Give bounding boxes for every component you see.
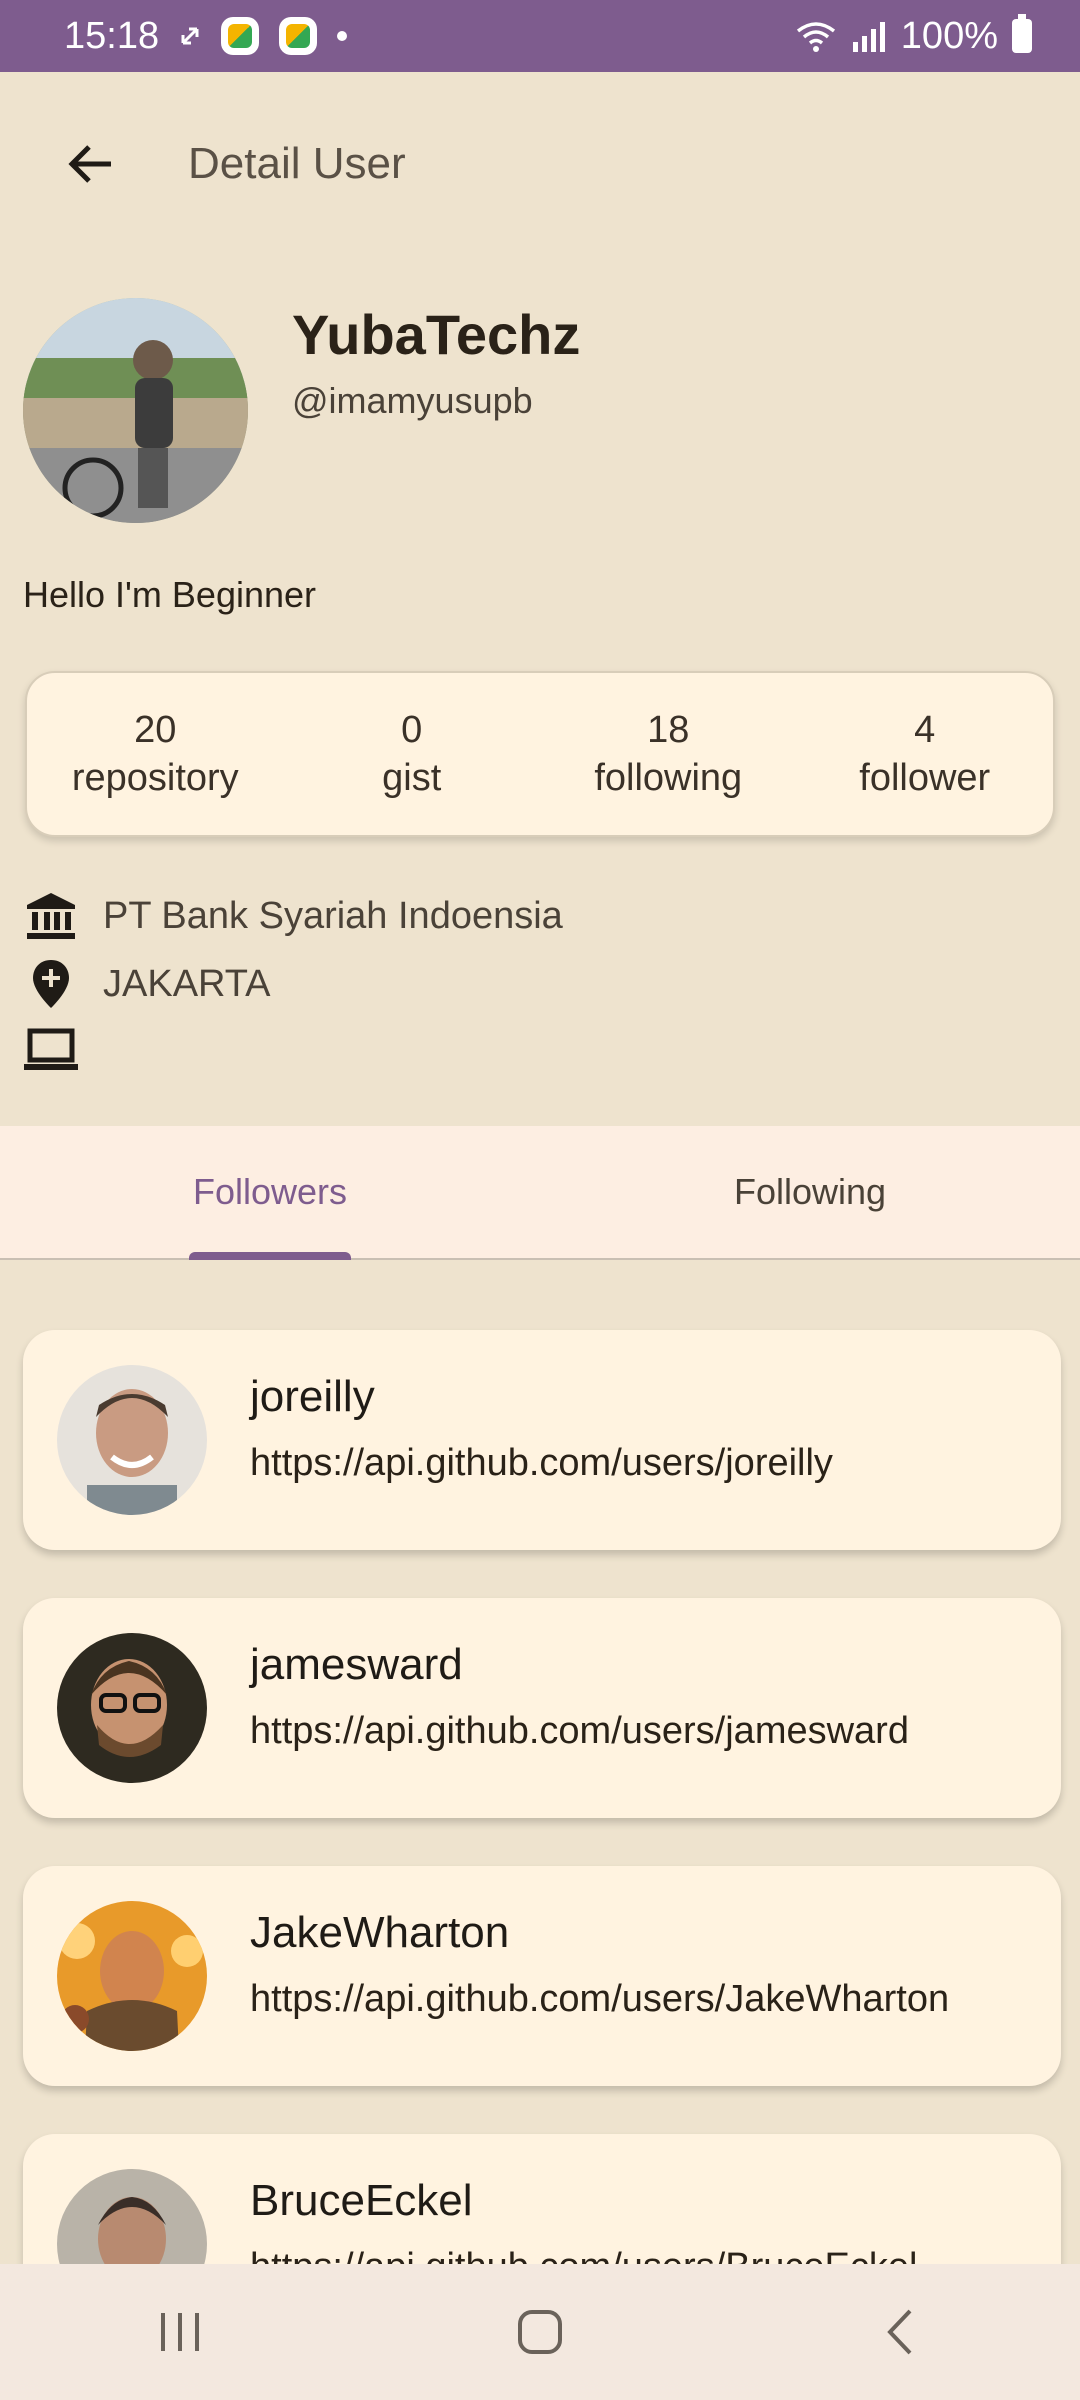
tab-followers[interactable]: Followers <box>0 1126 540 1258</box>
location-text: JAKARTA <box>103 962 271 1005</box>
stat-label: following <box>594 757 743 799</box>
stat-label: follower <box>859 757 991 799</box>
user-avatar <box>57 1633 207 1783</box>
back-nav-button[interactable] <box>840 2287 960 2377</box>
user-avatar <box>57 1901 207 2051</box>
stat-value: 0 <box>401 709 423 751</box>
battery-icon <box>1012 14 1032 53</box>
user-avatar <box>57 2169 207 2264</box>
bank-icon <box>23 888 79 944</box>
back-button[interactable] <box>36 109 146 219</box>
avatar <box>23 298 248 523</box>
app-notification-icon <box>221 17 260 55</box>
list-item[interactable]: JakeWharton https://api.github.com/users… <box>23 1866 1061 2086</box>
list-item[interactable]: BruceEckel https://api.github.com/users/… <box>23 2134 1061 2264</box>
info-location: JAKARTA <box>23 956 271 1012</box>
home-icon <box>518 2310 562 2354</box>
tab-indicator <box>189 1252 351 1260</box>
arrow-back-icon <box>68 145 111 183</box>
more-notifications-icon <box>337 31 348 41</box>
user-name: BruceEckel <box>250 2176 473 2225</box>
user-name: JakeWharton <box>250 1908 510 1957</box>
user-name: jamesward <box>250 1640 463 1689</box>
stat-value: 20 <box>134 709 177 751</box>
user-avatar <box>57 1365 207 1515</box>
location-add-icon <box>23 956 79 1012</box>
system-nav-bar <box>0 2264 1080 2400</box>
user-url: https://api.github.com/users/BruceEckel <box>250 2246 1030 2264</box>
battery-percent: 100% <box>900 14 998 57</box>
followers-list[interactable]: joreilly https://api.github.com/users/jo… <box>0 1262 1080 2264</box>
stats-card: 20 repository 0 gist 18 following 4 foll… <box>25 671 1055 837</box>
stat-gist: 0 gist <box>284 706 541 802</box>
stat-value: 4 <box>914 709 936 751</box>
laptop-icon <box>23 1022 79 1078</box>
stat-label: gist <box>382 757 442 799</box>
user-url: https://api.github.com/users/jamesward <box>250 1710 909 1752</box>
status-time: 15:18 <box>64 14 160 57</box>
stat-follower: 4 follower <box>797 706 1054 802</box>
chevron-left-icon <box>887 2309 912 2355</box>
recent-apps-button[interactable] <box>120 2287 240 2377</box>
list-item[interactable]: jamesward https://api.github.com/users/j… <box>23 1598 1061 1818</box>
signal-icon <box>852 22 885 52</box>
status-right: 100% <box>795 14 1032 58</box>
app-notification-icon <box>279 17 318 55</box>
status-left: 15:18 <box>64 14 348 58</box>
wifi-icon <box>796 22 835 52</box>
sync-icon <box>181 27 199 45</box>
tab-following[interactable]: Following <box>540 1126 1080 1258</box>
stat-repository: 20 repository <box>27 706 284 802</box>
page-title: Detail User <box>188 139 406 188</box>
app-bar: Detail User <box>0 72 1080 256</box>
user-url: https://api.github.com/users/joreilly <box>250 1442 833 1484</box>
profile-handle: @imamyusupb <box>292 380 533 421</box>
home-button[interactable] <box>480 2287 600 2377</box>
list-item[interactable]: joreilly https://api.github.com/users/jo… <box>23 1330 1061 1550</box>
stat-value: 18 <box>647 709 690 751</box>
company-text: PT Bank Syariah Indoensia <box>103 894 563 937</box>
status-bar: 15:18 100% <box>0 0 1080 72</box>
recent-apps-icon <box>161 2313 199 2351</box>
info-blog <box>23 1022 103 1078</box>
profile-name: YubaTechz <box>292 303 581 366</box>
stat-following: 18 following <box>540 706 797 802</box>
user-name: joreilly <box>250 1372 375 1421</box>
info-company: PT Bank Syariah Indoensia <box>23 888 563 944</box>
tab-bar: Followers Following <box>0 1126 1080 1260</box>
profile-bio: Hello I'm Beginner <box>23 574 317 615</box>
avatar-photo <box>23 298 248 523</box>
stat-label: repository <box>71 757 239 799</box>
user-url: https://api.github.com/users/JakeWharton <box>250 1978 950 2020</box>
